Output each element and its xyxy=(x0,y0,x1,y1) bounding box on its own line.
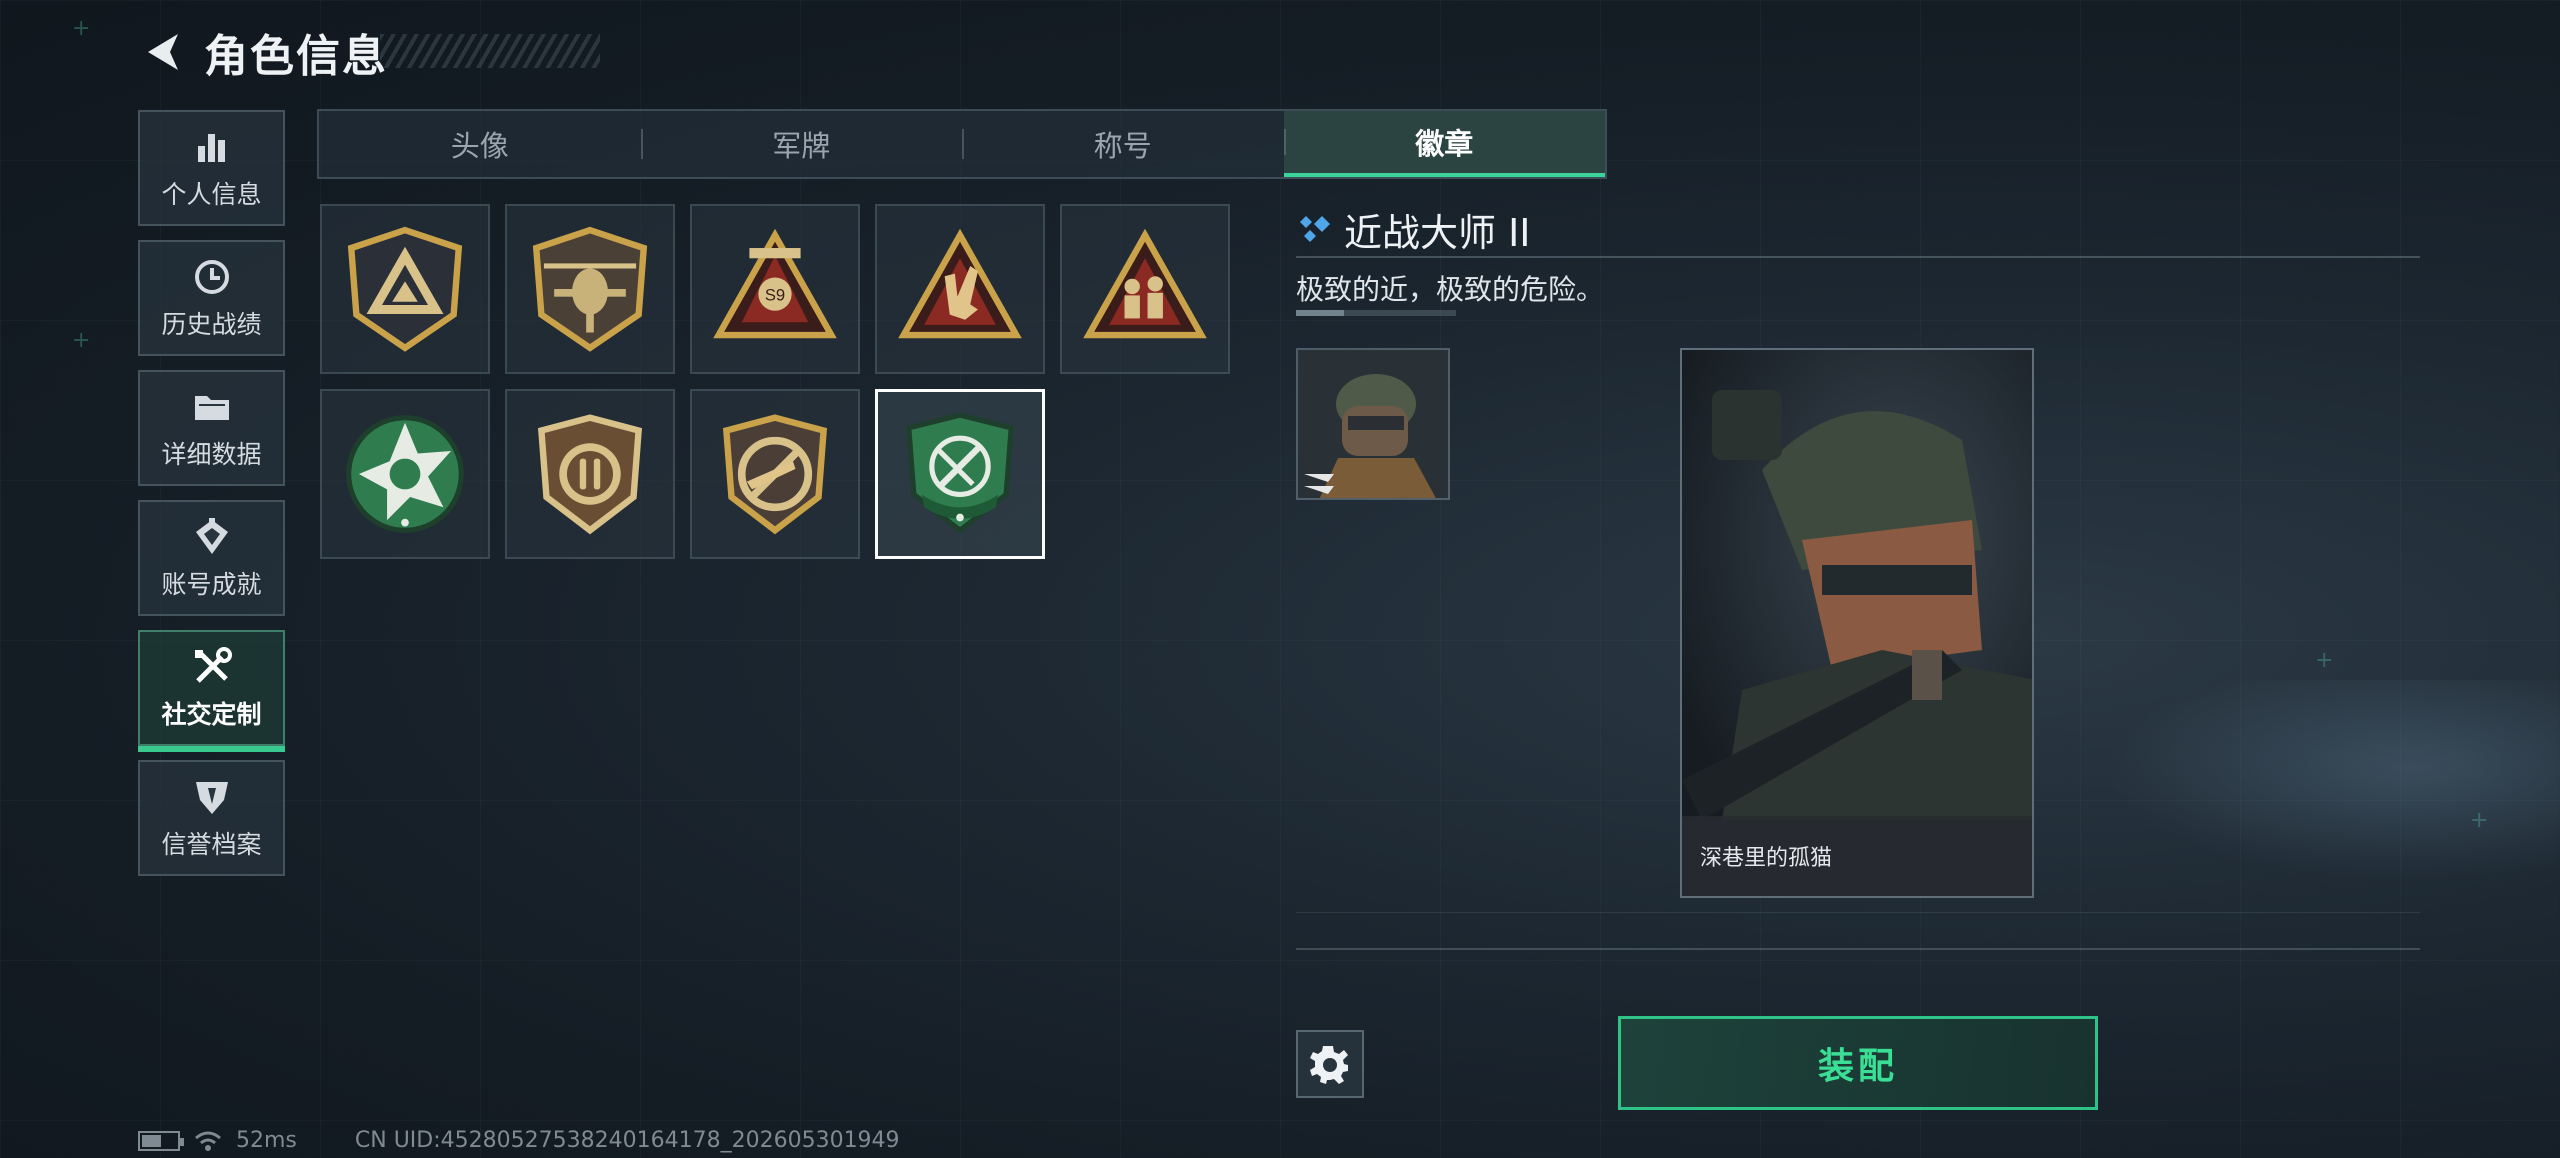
page-title: 角色信息 xyxy=(204,31,388,82)
decor-cross: + xyxy=(2315,648,2334,673)
rifle-badge xyxy=(722,414,828,535)
badge-cell[interactable] xyxy=(875,204,1045,374)
sidebar-item-achievements[interactable]: 账号成就 xyxy=(138,500,285,616)
settings-button[interactable] xyxy=(1296,1030,1364,1098)
ping-latency: 52ms xyxy=(236,1128,297,1153)
status-bar: 52ms CN UID:4528052753824016417‌8_202605… xyxy=(138,1128,900,1153)
hand-sign-badge xyxy=(898,228,1022,339)
folder-icon xyxy=(190,385,234,429)
sidebar-item-label: 详细数据 xyxy=(161,440,262,469)
sidebar-item-label: 账号成就 xyxy=(161,570,262,599)
sidebar-item-detailed-data[interactable]: 详细数据 xyxy=(138,370,285,486)
badge-cell[interactable] xyxy=(320,389,490,559)
user-uid: CN UID:4528052753824016417‌8_20260530194… xyxy=(354,1128,900,1153)
badge-cell[interactable]: S9 xyxy=(690,204,860,374)
sidebar-item-credibility[interactable]: 信誉档案 xyxy=(138,760,285,876)
badge-cell-selected[interactable] xyxy=(875,389,1045,559)
wrench-screwdriver-icon xyxy=(190,645,234,689)
soldiers-squad-badge xyxy=(1083,228,1207,339)
sidebar-item-label: 个人信息 xyxy=(161,180,262,209)
sidebar: 个人信息 历史战绩 详细数据 账号成就 社交定制 信誉档案 xyxy=(138,110,285,890)
operator-portrait xyxy=(1682,350,2032,820)
battery-level xyxy=(142,1134,161,1147)
equip-button-label: 装配 xyxy=(1817,1046,1898,1087)
sidebar-item-social-customization[interactable]: 社交定制 xyxy=(138,630,285,752)
badge-title-row: 近战大师 II xyxy=(1296,202,1531,257)
triangle-emblem-badge xyxy=(347,226,463,352)
tab-avatar[interactable]: 头像 xyxy=(319,111,641,177)
green-star-badge xyxy=(346,415,464,533)
history-clock-icon xyxy=(190,255,234,299)
badge-progress-fill xyxy=(1296,310,1344,316)
badge-progress-bar xyxy=(1296,310,1456,316)
equip-button[interactable]: 装配 xyxy=(1618,1016,2098,1110)
medal-icon xyxy=(190,515,234,559)
sidebar-item-label: 历史战绩 xyxy=(161,310,262,339)
svg-text:S9: S9 xyxy=(765,286,785,305)
page-header: 角色信息 xyxy=(138,22,388,82)
badge-cell[interactable] xyxy=(505,389,675,559)
badge-grid: S9 xyxy=(320,204,1230,559)
gear-icon xyxy=(1310,1046,1348,1084)
helicopter-badge xyxy=(532,226,648,352)
divider xyxy=(1296,948,2420,950)
divider xyxy=(1296,912,2420,913)
battery-icon xyxy=(138,1130,184,1151)
tab-dog-tag[interactable]: 军牌 xyxy=(640,111,963,177)
badge-name: 近战大师 II xyxy=(1344,211,1531,255)
s9-parachute-badge: S9 xyxy=(713,228,837,339)
badge-cell[interactable] xyxy=(320,204,490,374)
sidebar-item-history[interactable]: 历史战绩 xyxy=(138,240,285,356)
bar-chart-icon xyxy=(190,125,234,169)
badge-cell[interactable] xyxy=(1060,204,1230,374)
sidebar-item-label: 信誉档案 xyxy=(161,830,262,859)
badge-cell[interactable] xyxy=(505,204,675,374)
decor-cross: + xyxy=(72,328,91,353)
credibility-shield-icon xyxy=(190,775,234,819)
decor-cross: + xyxy=(72,16,91,41)
operator-avatar-thumbnail[interactable] xyxy=(1296,348,1450,500)
decor-cross: + xyxy=(2470,808,2489,833)
shield-bullets-badge xyxy=(537,414,643,535)
divider xyxy=(1296,256,2420,258)
tab-badge[interactable]: 徽章 xyxy=(1283,111,1605,177)
wifi-icon xyxy=(195,1131,221,1151)
tab-title[interactable]: 称号 xyxy=(962,111,1284,177)
sidebar-item-label: 社交定制 xyxy=(161,700,262,729)
badge-description: 极致的近，极致的危险。 xyxy=(1296,273,1605,306)
operator-card-caption: 深巷里的孤猫 xyxy=(1682,816,2032,896)
operator-card[interactable]: 深巷里的孤猫 xyxy=(1680,348,2034,898)
sidebar-item-personal-info[interactable]: 个人信息 xyxy=(138,110,285,226)
melee-knife-badge xyxy=(906,412,1014,534)
chevron-left-icon[interactable] xyxy=(138,28,186,76)
diamond-tier-icon xyxy=(1300,215,1330,242)
background-lightning xyxy=(2050,680,2560,900)
badge-cell[interactable] xyxy=(690,389,860,559)
title-decoration xyxy=(380,34,600,68)
category-tabs: 头像 军牌 称号 徽章 xyxy=(317,109,1607,179)
